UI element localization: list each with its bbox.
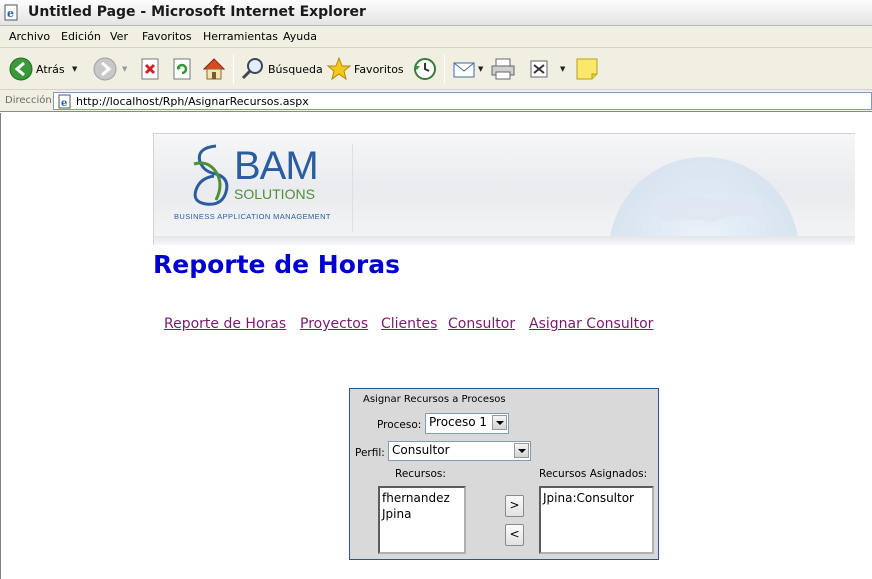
address-url: http://localhost/Rph/AsignarRecursos.asp…: [76, 95, 309, 108]
ie-page-icon: e: [4, 4, 18, 21]
search-label: Búsqueda: [268, 63, 323, 76]
remove-resource-button[interactable]: <: [505, 524, 524, 546]
perfil-label: Perfil:: [355, 447, 385, 459]
title-bar: e Untitled Page - Microsoft Internet Exp…: [0, 0, 872, 26]
proceso-value: Proceso 1: [429, 415, 488, 429]
ie-page-icon: e: [58, 94, 71, 109]
browser-window: e Untitled Page - Microsoft Internet Exp…: [0, 0, 872, 579]
nav-consultor[interactable]: Consultor: [448, 316, 515, 332]
perfil-value: Consultor: [392, 443, 450, 457]
recursos-listbox[interactable]: fhernandez Jpina: [378, 486, 466, 554]
address-label: Dirección: [5, 95, 52, 106]
forward-button[interactable]: ▼: [90, 56, 132, 82]
back-dropdown-icon[interactable]: ▼: [72, 65, 77, 73]
proceso-select[interactable]: Proceso 1: [425, 413, 509, 434]
mail-icon[interactable]: [452, 58, 478, 80]
recursos-label: Recursos:: [395, 468, 446, 480]
menu-herramientas[interactable]: Herramientas: [203, 30, 278, 43]
back-arrow-icon: [9, 57, 33, 81]
print-icon[interactable]: [490, 57, 516, 81]
stop-icon[interactable]: [139, 58, 161, 80]
assign-resources-panel: Asignar Recursos a Procesos Proceso: Pro…: [349, 388, 659, 560]
menu-ver[interactable]: Ver: [110, 30, 128, 43]
address-bar: Dirección e http://localhost/Rph/Asignar…: [0, 90, 872, 112]
recursos-asignados-listbox[interactable]: Jpina:Consultor: [539, 486, 654, 554]
svg-text:e: e: [7, 7, 14, 20]
toolbar: Atrás ▼ ▼ Búsqueda Favoritos ▼ ▼: [0, 48, 872, 90]
search-icon: [241, 58, 263, 80]
recursos-asignados-label: Recursos Asignados:: [539, 468, 648, 480]
nav-proyectos[interactable]: Proyectos: [300, 316, 368, 332]
history-icon[interactable]: [411, 56, 437, 82]
address-input[interactable]: e http://localhost/Rph/AsignarRecursos.a…: [53, 92, 872, 110]
home-icon[interactable]: [201, 56, 227, 82]
note-icon[interactable]: [575, 57, 599, 81]
search-button[interactable]: Búsqueda: [240, 56, 323, 82]
favorites-button[interactable]: Favoritos: [326, 56, 404, 82]
window-title: Untitled Page - Microsoft Internet Explo…: [28, 4, 366, 20]
add-resource-button[interactable]: >: [505, 495, 524, 517]
logo-tagline: BUSINESS APPLICATION MANAGEMENT: [174, 212, 331, 221]
perfil-select[interactable]: Consultor: [388, 441, 531, 461]
edit-dropdown-icon[interactable]: ▼: [560, 65, 565, 73]
nav-clientes[interactable]: Clientes: [381, 316, 437, 332]
favorites-label: Favoritos: [354, 63, 404, 76]
forward-arrow-icon: [93, 57, 117, 81]
refresh-icon[interactable]: [171, 58, 193, 80]
menu-bar: Archivo Edición Ver Favoritos Herramient…: [0, 26, 872, 48]
chevron-down-icon[interactable]: [492, 415, 507, 430]
page-content: BAM SOLUTIONS BUSINESS APPLICATION MANAG…: [0, 113, 872, 579]
globe-graphic: [609, 157, 799, 242]
header-banner: BAM SOLUTIONS BUSINESS APPLICATION MANAG…: [153, 133, 855, 245]
bam-logo-icon: [193, 144, 229, 206]
nav-reporte-de-horas[interactable]: Reporte de Horas: [164, 316, 286, 332]
chevron-down-icon[interactable]: [514, 443, 529, 458]
menu-ayuda[interactable]: Ayuda: [283, 30, 317, 43]
list-item[interactable]: Jpina: [380, 506, 464, 522]
logo-subtext: SOLUTIONS: [234, 186, 315, 202]
back-label: Atrás: [36, 63, 65, 76]
forward-dropdown-icon[interactable]: ▼: [122, 65, 127, 73]
svg-text:e: e: [61, 98, 67, 109]
menu-archivo[interactable]: Archivo: [9, 30, 50, 43]
proceso-label: Proceso:: [377, 419, 422, 431]
panel-title: Asignar Recursos a Procesos: [363, 394, 506, 405]
menu-edicion[interactable]: Edición: [61, 30, 101, 43]
nav-asignar-consultor[interactable]: Asignar Consultor: [529, 316, 653, 332]
page-title: Reporte de Horas: [153, 250, 400, 279]
logo-text: BAM: [234, 144, 319, 188]
edit-icon[interactable]: [528, 58, 550, 80]
mail-dropdown-icon[interactable]: ▼: [478, 65, 483, 73]
back-button[interactable]: Atrás ▼: [6, 56, 84, 82]
list-item[interactable]: Jpina:Consultor: [541, 490, 652, 506]
favorites-star-icon: [326, 56, 352, 81]
list-item[interactable]: fhernandez: [380, 490, 464, 506]
menu-favoritos[interactable]: Favoritos: [142, 30, 192, 43]
